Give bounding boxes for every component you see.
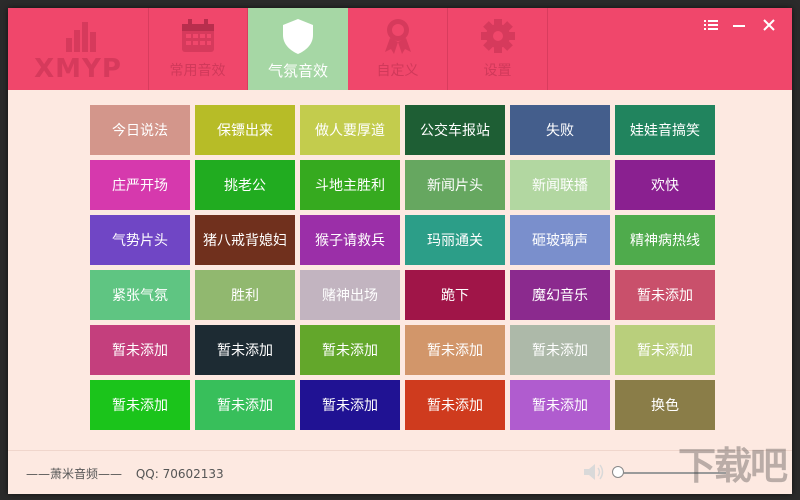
sound-tile[interactable]: 失败 (510, 105, 610, 155)
sound-tile[interactable]: 暂未添加 (195, 380, 295, 430)
header-bar: XMYP 常用音效 气氛音效 自定义 设置 (8, 8, 792, 90)
gear-icon (481, 19, 515, 53)
menu-icon[interactable] (702, 16, 720, 34)
footer-bar: ——萧米音频—— QQ: 70602133 (8, 450, 792, 494)
sound-tile[interactable]: 暂未添加 (90, 380, 190, 430)
sound-tile[interactable]: 紧张气氛 (90, 270, 190, 320)
sound-tile[interactable]: 猴子请救兵 (300, 215, 400, 265)
sound-tile[interactable]: 新闻片头 (405, 160, 505, 210)
sound-tile[interactable]: 庄严开场 (90, 160, 190, 210)
sound-tile[interactable]: 挑老公 (195, 160, 295, 210)
sound-tile[interactable]: 新闻联播 (510, 160, 610, 210)
tab-label: 自定义 (376, 63, 419, 79)
sound-tile[interactable]: 暂未添加 (510, 325, 610, 375)
sound-tile[interactable]: 砸玻璃声 (510, 215, 610, 265)
sound-tile[interactable]: 暂未添加 (405, 380, 505, 430)
tab-settings[interactable]: 设置 (448, 8, 548, 90)
sound-tile[interactable]: 娃娃音搞笑 (615, 105, 715, 155)
sound-tile[interactable]: 公交车报站 (405, 105, 505, 155)
sound-tile[interactable]: 暂未添加 (615, 325, 715, 375)
sound-tile[interactable]: 换色 (615, 380, 715, 430)
logo-text: XMYP (34, 54, 122, 84)
ribbon-award-icon (385, 19, 411, 54)
sound-tile[interactable]: 胜利 (195, 270, 295, 320)
sound-tile[interactable]: 暂未添加 (510, 380, 610, 430)
sound-tile[interactable]: 暂未添加 (300, 380, 400, 430)
app-logo: XMYP (8, 8, 149, 90)
tab-label: 设置 (483, 63, 512, 79)
tab-label: 气氛音效 (267, 62, 328, 80)
app-window: XMYP 常用音效 气氛音效 自定义 设置 今日说法 保镖出来 做人要厚道 公交… (8, 8, 792, 494)
sound-tile[interactable]: 玛丽通关 (405, 215, 505, 265)
sound-tile[interactable]: 气势片头 (90, 215, 190, 265)
credit-name: ——萧米音频—— (26, 467, 123, 481)
sound-tile[interactable]: 猪八戒背媳妇 (195, 215, 295, 265)
sound-tile[interactable]: 暂未添加 (615, 270, 715, 320)
sound-tile[interactable]: 欢快 (615, 160, 715, 210)
sound-tile[interactable]: 魔幻音乐 (510, 270, 610, 320)
sound-tile[interactable]: 暂未添加 (405, 325, 505, 375)
close-icon[interactable] (760, 16, 778, 34)
sound-tile[interactable]: 跪下 (405, 270, 505, 320)
calendar-icon (182, 19, 214, 52)
volume-slider-handle[interactable] (612, 466, 624, 478)
sound-tile[interactable]: 保镖出来 (195, 105, 295, 155)
sound-tile[interactable]: 暂未添加 (90, 325, 190, 375)
tab-custom[interactable]: 自定义 (348, 8, 448, 90)
sound-tile[interactable]: 暂未添加 (195, 325, 295, 375)
tab-atmosphere-sounds[interactable]: 气氛音效 (248, 8, 348, 90)
sound-tile[interactable]: 今日说法 (90, 105, 190, 155)
sound-tile[interactable]: 做人要厚道 (300, 105, 400, 155)
tab-common-sounds[interactable]: 常用音效 (148, 8, 248, 90)
logo-bars-icon (66, 22, 96, 52)
shield-icon (283, 19, 313, 54)
minimize-icon[interactable] (730, 16, 748, 34)
sound-tile[interactable]: 赌神出场 (300, 270, 400, 320)
credit-text: ——萧米音频—— QQ: 70602133 (26, 465, 234, 482)
qq-number: QQ: 70602133 (135, 467, 224, 481)
watermark: 下载吧 (677, 444, 788, 488)
tab-label: 常用音效 (169, 63, 226, 79)
speaker-icon[interactable] (582, 461, 606, 483)
sound-tile[interactable]: 暂未添加 (300, 325, 400, 375)
sound-tile[interactable]: 斗地主胜利 (300, 160, 400, 210)
sound-tile[interactable]: 精神病热线 (615, 215, 715, 265)
